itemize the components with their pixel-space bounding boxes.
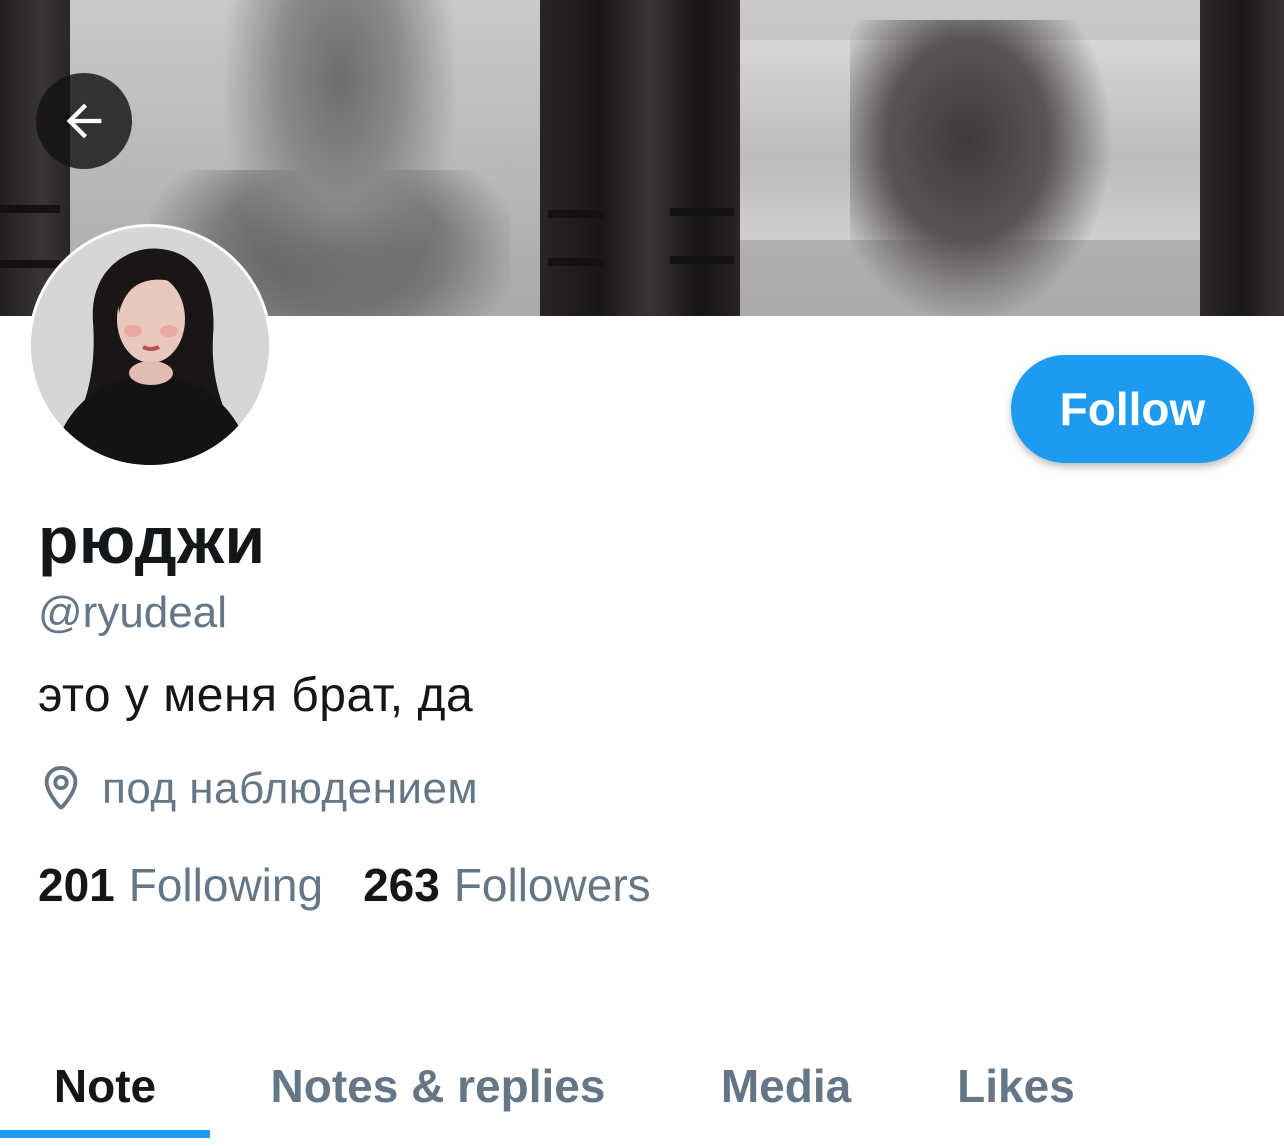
location-pin-icon — [44, 765, 78, 810]
profile-bio: это у меня брат, да — [38, 669, 474, 722]
profile-location: под наблюдением — [38, 764, 478, 814]
following-label: Following — [128, 859, 324, 911]
tab-note[interactable]: Note — [0, 1036, 210, 1136]
following-count: 201 — [38, 859, 115, 911]
following-stat[interactable]: 201 Following — [38, 858, 323, 912]
followers-count: 263 — [363, 859, 440, 911]
followers-stat[interactable]: 263 Followers — [363, 858, 651, 912]
tab-likes[interactable]: Likes — [930, 1036, 1102, 1136]
tab-notes-and-replies[interactable]: Notes & replies — [228, 1036, 648, 1136]
display-name: рюджи — [38, 503, 266, 577]
arrow-left-icon — [66, 103, 102, 139]
tab-media[interactable]: Media — [690, 1036, 882, 1136]
followers-label: Followers — [453, 859, 651, 911]
profile-page: Follow рюджи @ryudeal это у меня брат, д… — [0, 0, 1284, 1146]
follow-stats: 201 Following 263 Followers — [38, 858, 651, 912]
back-button[interactable] — [36, 73, 132, 169]
active-tab-indicator — [0, 1130, 210, 1138]
profile-tabs: Note Notes & replies Media Likes — [0, 1020, 1284, 1146]
avatar-photo — [31, 227, 269, 465]
username-handle: @ryudeal — [38, 588, 227, 637]
follow-button[interactable]: Follow — [1011, 355, 1254, 463]
avatar[interactable] — [28, 224, 272, 468]
location-text: под наблюдением — [102, 764, 479, 813]
